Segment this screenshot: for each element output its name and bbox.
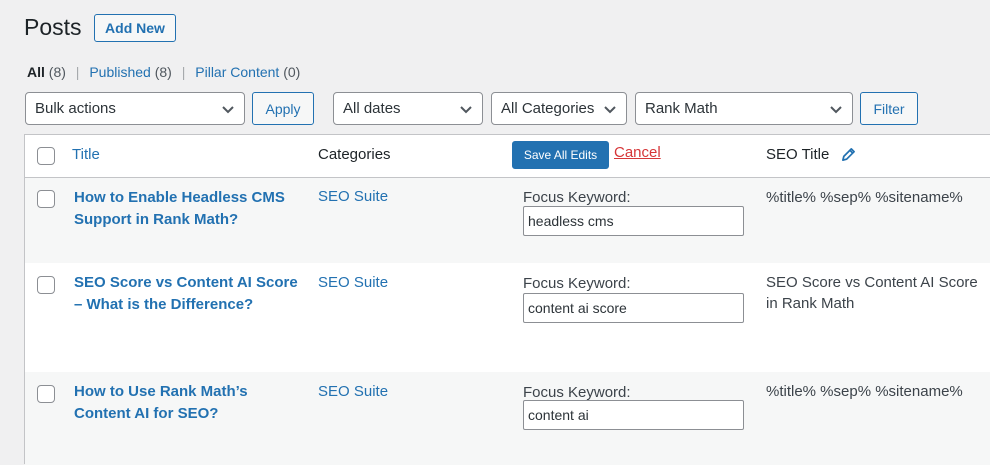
posts-table: Title Categories Save All Edits Cancel S… (24, 134, 990, 465)
save-all-edits-button[interactable]: Save All Edits (512, 141, 609, 169)
apply-button[interactable]: Apply (252, 92, 314, 125)
table-row: SEO Score vs Content AI Score – What is … (25, 263, 990, 372)
view-pillar-content-count: (0) (283, 64, 301, 80)
seo-title-value: SEO Score vs Content AI Score in Rank Ma… (766, 274, 978, 312)
column-header-title[interactable]: Title (72, 146, 100, 163)
view-published-count: (8) (154, 64, 172, 80)
focus-keyword-label: Focus Keyword: (523, 189, 631, 206)
table-row: How to Enable Headless CMS Support in Ra… (25, 178, 990, 263)
post-status-views: All (8) | Published (8) | Pillar Content… (27, 64, 300, 80)
focus-keyword-input[interactable] (523, 206, 744, 236)
row-checkbox[interactable] (37, 190, 55, 208)
category-link[interactable]: SEO Suite (318, 274, 388, 291)
filter-button[interactable]: Filter (860, 92, 918, 125)
seo-title-value: %title% %sep% %sitename% (766, 383, 963, 400)
view-pillar-content-link[interactable]: Pillar Content (195, 64, 279, 80)
category-link[interactable]: SEO Suite (318, 188, 388, 205)
post-title-link[interactable]: How to Enable Headless CMS Support in Ra… (74, 187, 302, 230)
focus-keyword-label: Focus Keyword: (523, 384, 631, 401)
add-new-button[interactable]: Add New (94, 14, 176, 42)
seo-title-value: %title% %sep% %sitename% (766, 189, 963, 206)
row-checkbox[interactable] (37, 276, 55, 294)
bulk-actions-value: Bulk actions (35, 100, 116, 117)
chevron-down-icon (830, 106, 842, 114)
view-separator: | (75, 64, 80, 80)
column-header-categories: Categories (318, 146, 391, 163)
view-all-link[interactable]: All (27, 64, 45, 80)
column-header-seo-title: SEO Title (766, 146, 830, 163)
post-title-link[interactable]: How to Use Rank Math’s Content AI for SE… (74, 381, 302, 424)
post-title-link[interactable]: SEO Score vs Content AI Score – What is … (74, 272, 302, 315)
dates-filter-select[interactable]: All dates (333, 92, 483, 125)
table-header: Title Categories Save All Edits Cancel S… (25, 135, 990, 178)
focus-keyword-input[interactable] (523, 400, 744, 430)
view-published-link[interactable]: Published (89, 64, 151, 80)
dates-filter-value: All dates (343, 100, 401, 117)
focus-keyword-label: Focus Keyword: (523, 275, 631, 292)
chevron-down-icon (604, 106, 616, 114)
view-all-count: (8) (48, 64, 66, 80)
categories-filter-select[interactable]: All Categories (491, 92, 627, 125)
chevron-down-icon (460, 106, 472, 114)
seo-filter-value: Rank Math (645, 100, 718, 117)
chevron-down-icon (222, 106, 234, 114)
view-separator: | (181, 64, 186, 80)
select-all-checkbox[interactable] (37, 147, 55, 165)
page-title: Posts (24, 14, 82, 40)
category-link[interactable]: SEO Suite (318, 383, 388, 400)
row-checkbox[interactable] (37, 385, 55, 403)
cancel-link[interactable]: Cancel (614, 144, 661, 161)
categories-filter-value: All Categories (501, 100, 595, 117)
focus-keyword-input[interactable] (523, 293, 744, 323)
bulk-actions-select[interactable]: Bulk actions (25, 92, 245, 125)
pencil-edit-icon[interactable] (841, 147, 856, 162)
seo-filter-select[interactable]: Rank Math (635, 92, 853, 125)
table-row: How to Use Rank Math’s Content AI for SE… (25, 372, 990, 465)
